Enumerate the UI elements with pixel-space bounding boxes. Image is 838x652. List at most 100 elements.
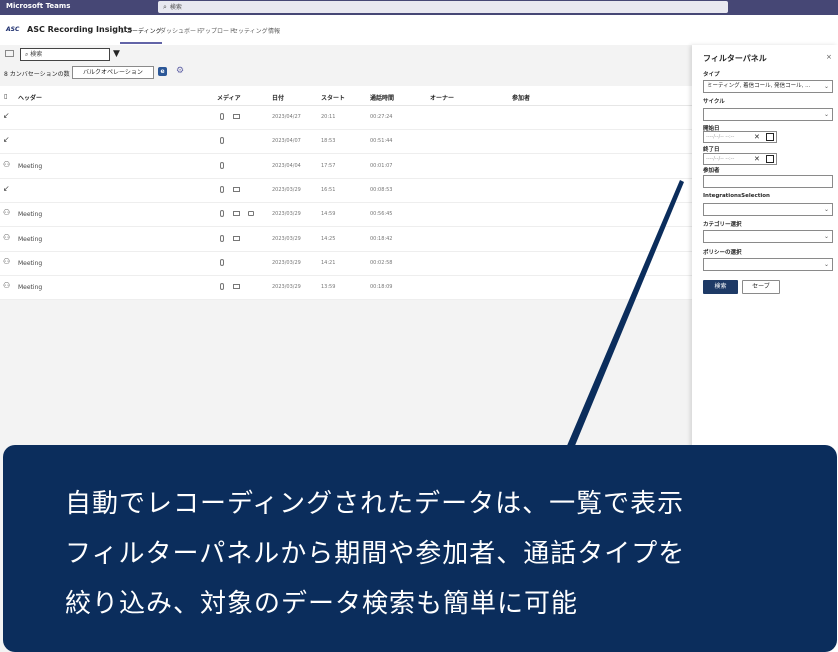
clear-icon[interactable]: ✕ [754,132,760,142]
row-date: 2023/03/29 [272,211,301,218]
tab-settings[interactable]: セッティング [232,26,268,35]
col-participants[interactable]: 参加者 [512,93,530,102]
row-duration: 00:27:24 [370,114,393,120]
search-toolbar: ⌕ 検索 ▼ [0,45,692,65]
table-row[interactable]: ↙ 2023/03/29 16:51 00:08:53 [0,179,692,203]
participants-label: 参加者 [703,168,720,174]
row-duration: 00:02:58 [370,259,393,266]
microphone-icon [220,113,224,120]
table-row[interactable]: ⚇ Meeting 2023/03/29 14:25 00:18:42 [0,228,692,252]
app-title: ASC Recording Insights [27,25,133,34]
policy-label: ポリシーの選択 [703,250,742,256]
tab-dashboard[interactable]: ダッシュボード [160,26,202,35]
row-date: 2023/04/04 [272,162,301,169]
row-title: Meeting [18,211,43,219]
category-label: カテゴリー選択 [703,222,742,228]
calendar-icon[interactable] [766,155,774,163]
tab-recordings[interactable]: レコーディング [120,26,162,44]
meeting-type-icon: ⚇ [3,232,11,242]
microphone-icon [220,258,224,266]
filter-icon[interactable]: ▼ [113,49,120,59]
row-title: Meeting [18,162,43,170]
col-start[interactable]: スタート [321,93,345,102]
row-title: Meeting [18,235,43,243]
row-title: Meeting [18,259,43,267]
policy-dropdown[interactable]: ⌄ [703,258,833,271]
settings-gear-icon[interactable]: ⚙ [176,66,184,76]
feature-callout: 自動でレコーディングされたデータは、一覧で表示 フィルターパネルから期間や参加者… [3,445,837,652]
participants-input[interactable] [703,175,833,188]
asc-logo: ASC [6,26,20,33]
row-duration: 00:51:44 [370,138,393,145]
search-icon: ⌕ [163,3,167,11]
table-row[interactable]: ⚇ Meeting 2023/04/04 17:57 00:01:07 [0,155,692,179]
screen-share-icon [233,186,240,192]
col-date[interactable]: 日付 [272,93,284,102]
row-start: 14:25 [321,235,336,242]
tab-info[interactable]: 情報 [268,26,280,35]
meeting-type-icon: ⚇ [3,208,11,218]
recordings-search-input[interactable]: ⌕ 検索 [20,48,110,61]
start-date-input[interactable]: ----/--/-- --:-- ✕ [703,131,777,143]
type-label: タイプ [703,72,720,78]
table-row[interactable]: ↙ 2023/04/27 20:11 00:27:24 [0,106,692,130]
col-duration[interactable]: 通話時間 [370,93,394,102]
close-icon[interactable]: × [826,53,832,61]
table-row[interactable]: ↙ 2023/04/07 18:53 00:51:44 [0,130,692,155]
teams-title-bar: Microsoft Teams ⌕ 検索 [0,0,838,15]
table-row[interactable]: ⚇ Meeting 2023/03/29 13:59 00:18:09 [0,276,692,301]
row-start: 17:57 [321,162,336,169]
recordings-table: ▯ ヘッダー メディア 日付 スタート 通話時間 オーナー 参加者 ↙ 2023/… [0,86,692,301]
search-button[interactable]: 検索 [703,280,738,294]
table-row[interactable]: ⚇ Meeting 2023/03/29 14:21 00:02:58 [0,252,692,276]
end-date-input[interactable]: ----/--/-- --:-- ✕ [703,153,777,165]
integrations-label: IntegrationsSelection [703,193,770,199]
view-toggle-icon[interactable] [5,50,14,57]
export-icon[interactable]: e [158,67,167,76]
type-dropdown[interactable]: ミーティング, 着信コール, 発信コール, ... ⌄ [703,80,833,93]
row-date: 2023/03/29 [272,235,301,242]
row-start: 14:21 [321,259,336,266]
microphone-icon [220,161,224,169]
start-date-placeholder: ----/--/-- --:-- [706,134,735,140]
row-start: 13:59 [321,284,336,291]
meeting-type-icon: ⚇ [3,256,11,266]
cycle-dropdown[interactable]: ⌄ [703,108,833,121]
clear-icon[interactable]: ✕ [754,154,760,164]
microphone-icon [220,283,224,291]
call-type-icon: ↙ [3,183,10,193]
row-date: 2023/03/29 [272,284,301,291]
screen-share-icon [233,211,240,217]
cycle-label: サイクル [703,99,725,105]
col-title[interactable]: ヘッダー [18,93,42,102]
recordings-search-placeholder: 検索 [30,51,43,58]
bulk-operation-button[interactable]: バルクオペレーション [72,66,154,79]
teams-search-box[interactable]: ⌕ 検索 [158,1,728,13]
microphone-icon [220,185,224,193]
call-type-icon: ↙ [3,111,10,120]
col-owner[interactable]: オーナー [430,93,454,102]
save-button[interactable]: セーブ [742,280,780,294]
table-row[interactable]: ⚇ Meeting 2023/03/29 14:59 00:56:45 [0,203,692,228]
calendar-icon[interactable] [766,133,774,141]
action-toolbar: 8 カンバセーションの数 バルクオペレーション e ⚙ [0,65,692,81]
integrations-dropdown[interactable]: ⌄ [703,203,833,216]
filter-panel-title: フィルターパネル [703,54,767,63]
category-dropdown[interactable]: ⌄ [703,230,833,243]
call-type-icon: ↙ [3,135,10,145]
col-media[interactable]: メディア [217,93,241,102]
callout-line-2: フィルターパネルから期間や参加者、通話タイプを [65,539,686,569]
row-start: 16:51 [321,186,336,193]
row-title: Meeting [18,284,43,292]
tab-upload[interactable]: アップロード [199,26,235,35]
chevron-down-icon: ⌄ [823,83,829,90]
row-duration: 00:18:42 [370,235,393,242]
document-icon: ▯ [4,93,8,100]
conversation-count: 8 カンバセーションの数 [4,71,70,78]
row-date: 2023/03/29 [272,186,301,193]
end-date-label: 終了日 [703,147,720,153]
screen-share-icon [233,235,240,241]
microphone-icon [220,137,224,145]
microphone-icon [220,210,224,218]
row-duration: 00:01:07 [370,162,393,169]
